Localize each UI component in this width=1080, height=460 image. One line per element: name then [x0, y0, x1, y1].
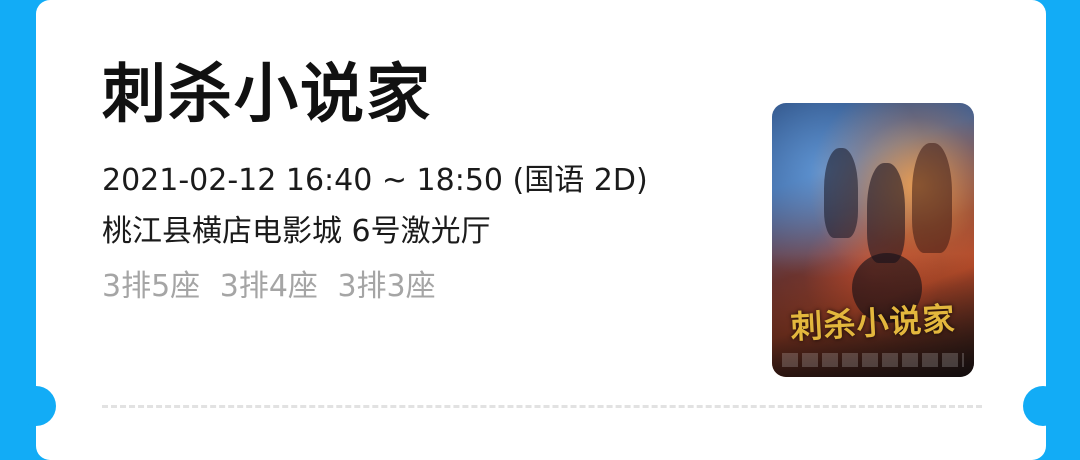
movie-title: 刺杀小说家 — [102, 58, 432, 132]
seat-item: 3排4座 — [219, 269, 318, 304]
poster-credits — [782, 353, 964, 367]
ticket-notch-left — [16, 386, 56, 426]
movie-poster[interactable]: 刺杀小说家 — [772, 103, 974, 377]
ticket-divider — [102, 405, 982, 408]
cinema-hall: 桃江县横店电影城 6号激光厅 — [102, 214, 491, 249]
seat-item: 3排3座 — [337, 269, 436, 304]
seat-item: 3排5座 — [102, 269, 201, 304]
showtime: 2021-02-12 16:40 ~ 18:50 (国语 2D) — [102, 163, 648, 198]
seat-list: 3排5座 3排4座 3排3座 — [102, 266, 436, 308]
ticket-notch-right — [1023, 386, 1063, 426]
